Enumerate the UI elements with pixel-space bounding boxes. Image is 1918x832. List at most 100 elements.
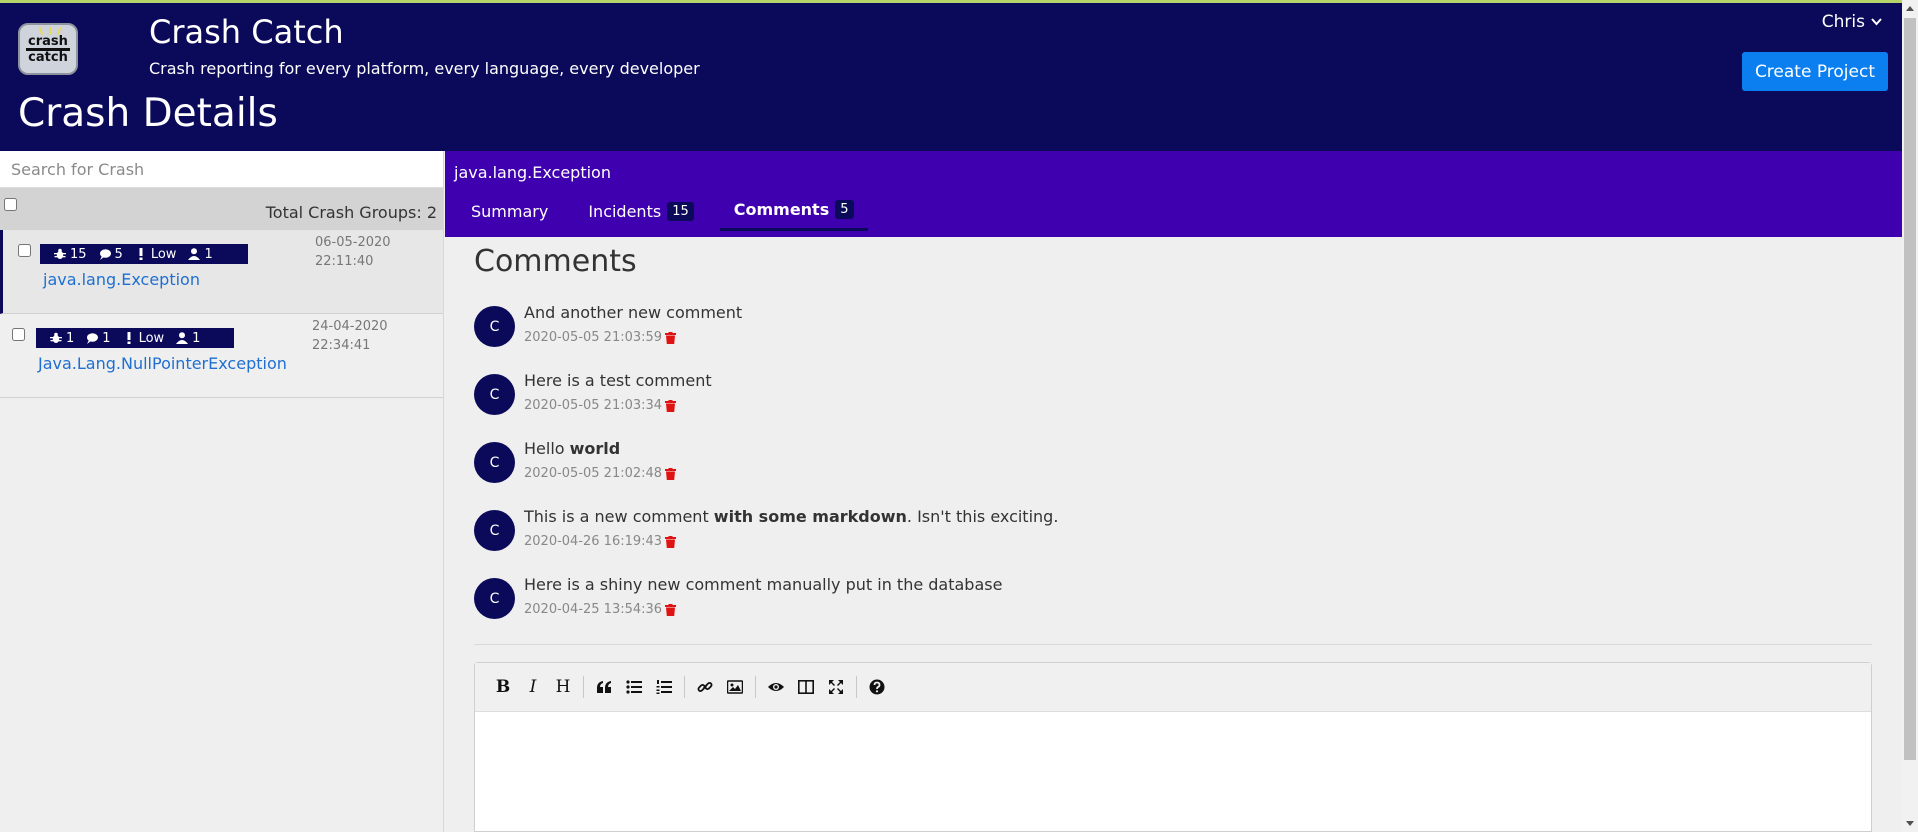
comment-meta: 2020-05-05 21:03:34 bbox=[524, 398, 677, 413]
comments-badge: 1 bbox=[86, 331, 111, 346]
select-all-checkbox[interactable] bbox=[4, 198, 17, 211]
bug-icon bbox=[54, 248, 66, 259]
comment-text: Hello world bbox=[524, 439, 621, 458]
toolbar-separator bbox=[856, 676, 857, 698]
severity-badge: Low bbox=[123, 331, 164, 346]
quote-button[interactable] bbox=[589, 672, 619, 702]
search-crash-input[interactable] bbox=[0, 151, 443, 188]
page-title: Crash Details bbox=[18, 91, 278, 136]
crash-header: java.lang.Exception Summary Incidents 15… bbox=[445, 151, 1902, 237]
comment-date: 2020-05-05 21:02:48 bbox=[524, 466, 663, 481]
avatar: C bbox=[474, 578, 515, 619]
comment-date: 2020-04-26 16:19:43 bbox=[524, 534, 663, 549]
tab-incidents[interactable]: Incidents 15 bbox=[574, 191, 707, 231]
link-button[interactable] bbox=[690, 672, 720, 702]
toolbar-separator bbox=[755, 676, 756, 698]
exclamation-icon bbox=[139, 248, 143, 260]
preview-button[interactable] bbox=[761, 672, 791, 702]
incidents-badge: 1 bbox=[50, 331, 74, 346]
toolbar-separator bbox=[684, 676, 685, 698]
incidents-count-badge: 15 bbox=[667, 201, 694, 221]
scroll-down-arrow[interactable] bbox=[1906, 821, 1914, 826]
comment-text: Here is a shiny new comment manually put… bbox=[524, 575, 1003, 594]
crash-item-checkbox[interactable] bbox=[18, 244, 31, 257]
comment-text: Here is a test comment bbox=[524, 371, 712, 390]
app-title: Crash Catch bbox=[149, 13, 344, 51]
eye-icon bbox=[768, 683, 784, 691]
total-crash-groups: Total Crash Groups: 2 bbox=[265, 203, 437, 222]
scrollbar-thumb[interactable] bbox=[1904, 18, 1916, 760]
crash-item-checkbox[interactable] bbox=[12, 328, 25, 341]
bullet-list-button[interactable] bbox=[619, 672, 649, 702]
bullet-list-icon bbox=[626, 680, 642, 694]
help-button[interactable] bbox=[862, 672, 892, 702]
user-name: Chris bbox=[1821, 12, 1865, 32]
comment-icon bbox=[99, 249, 111, 260]
avatar: C bbox=[474, 306, 515, 347]
crash-list-sidebar: Total Crash Groups: 2 15 5 Low 1 java.la… bbox=[0, 151, 444, 832]
crash-catch-logo[interactable]: crash catch bbox=[18, 23, 78, 75]
logo-text-catch: catch bbox=[28, 50, 68, 65]
comment-date: 2020-05-05 21:03:34 bbox=[524, 398, 663, 413]
numbered-list-icon bbox=[656, 680, 672, 694]
fullscreen-icon bbox=[829, 680, 843, 694]
exception-name: java.lang.Exception bbox=[454, 163, 611, 182]
users-badge: 1 bbox=[188, 247, 213, 262]
comment-meta: 2020-05-05 21:03:59 bbox=[524, 330, 677, 345]
scroll-up-arrow[interactable] bbox=[1906, 6, 1914, 11]
trash-icon[interactable] bbox=[665, 399, 677, 412]
side-by-side-button[interactable] bbox=[791, 672, 821, 702]
trash-icon[interactable] bbox=[665, 535, 677, 548]
page-scrollbar[interactable] bbox=[1902, 0, 1918, 832]
create-project-button[interactable]: Create Project bbox=[1741, 52, 1888, 91]
crash-date: 06-05-2020 22:11:40 bbox=[315, 235, 391, 269]
crash-name-link[interactable]: java.lang.Exception bbox=[43, 270, 200, 289]
image-button[interactable] bbox=[720, 672, 750, 702]
comment-item: C This is a new comment with some markdo… bbox=[474, 507, 1874, 557]
comment-meta: 2020-04-25 13:54:36 bbox=[524, 602, 677, 617]
app-subtitle: Crash reporting for every platform, ever… bbox=[149, 59, 700, 78]
chevron-down-icon bbox=[1871, 18, 1882, 26]
comment-item: C Here is a shiny new comment manually p… bbox=[474, 575, 1874, 625]
comment-text: And another new comment bbox=[524, 303, 743, 322]
editor-toolbar: B I H bbox=[475, 663, 1871, 712]
comment-editor: B I H bbox=[474, 662, 1872, 832]
image-icon bbox=[727, 680, 743, 694]
tab-comments[interactable]: Comments 5 bbox=[719, 191, 868, 231]
user-icon bbox=[188, 248, 201, 260]
tab-summary[interactable]: Summary bbox=[457, 191, 562, 231]
avatar: C bbox=[474, 510, 515, 551]
bold-button[interactable]: B bbox=[488, 672, 518, 702]
crash-name-link[interactable]: Java.Lang.NullPointerException bbox=[38, 354, 287, 373]
crash-list-item[interactable]: 15 5 Low 1 java.lang.Exception 06-05-202… bbox=[0, 230, 443, 314]
italic-button[interactable]: I bbox=[518, 672, 548, 702]
comment-item: C Here is a test comment 2020-05-05 21:0… bbox=[474, 371, 1874, 421]
comment-meta: 2020-05-05 21:02:48 bbox=[524, 466, 677, 481]
comments-count-badge: 5 bbox=[835, 200, 854, 219]
crash-date: 24-04-2020 22:34:41 bbox=[312, 319, 388, 353]
comment-meta: 2020-04-26 16:19:43 bbox=[524, 534, 677, 549]
crash-tabs: Summary Incidents 15 Comments 5 bbox=[445, 191, 868, 231]
comment-item: C And another new comment 2020-05-05 21:… bbox=[474, 303, 1874, 353]
link-icon bbox=[697, 682, 713, 692]
user-menu[interactable]: Chris bbox=[1822, 12, 1882, 32]
bug-icon bbox=[50, 332, 62, 343]
heading-button[interactable]: H bbox=[548, 672, 578, 702]
severity-badge: Low bbox=[135, 247, 176, 262]
user-icon bbox=[176, 332, 189, 344]
trash-icon[interactable] bbox=[665, 467, 677, 480]
avatar: C bbox=[474, 442, 515, 483]
fullscreen-button[interactable] bbox=[821, 672, 851, 702]
question-icon bbox=[869, 679, 885, 695]
logo-text-crash: crash bbox=[28, 34, 68, 49]
comment-item: C Hello world 2020-05-05 21:02:48 bbox=[474, 439, 1874, 489]
toolbar-separator bbox=[583, 676, 584, 698]
exclamation-icon bbox=[127, 332, 131, 344]
incidents-badge: 15 bbox=[54, 247, 87, 262]
trash-icon[interactable] bbox=[665, 603, 677, 616]
numbered-list-button[interactable] bbox=[649, 672, 679, 702]
trash-icon[interactable] bbox=[665, 331, 677, 344]
app-header: crash catch Crash Catch Crash reporting … bbox=[0, 3, 1902, 151]
crash-list-item[interactable]: 1 1 Low 1 Java.Lang.NullPointerException… bbox=[0, 314, 443, 398]
comment-text: This is a new comment with some markdown… bbox=[524, 507, 1059, 526]
